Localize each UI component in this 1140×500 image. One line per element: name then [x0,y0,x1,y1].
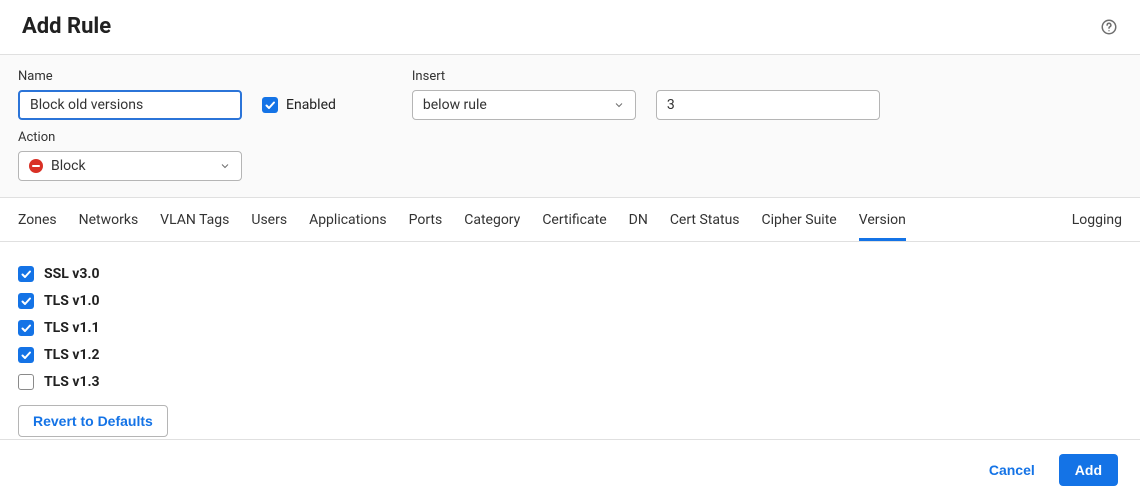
add-rule-dialog: Add Rule Name Enabled Insert [0,0,1140,500]
enabled-checkbox[interactable] [262,97,278,113]
dialog-header: Add Rule [0,0,1140,54]
version-checkbox[interactable] [18,293,34,309]
enabled-label: Enabled [286,97,336,113]
action-label: Action [18,130,242,145]
version-label: TLS v1.0 [44,293,100,309]
version-row: TLS v1.0 [18,287,1122,314]
chevron-down-icon [219,160,231,172]
name-label: Name [18,69,242,84]
tab-users[interactable]: Users [251,198,287,241]
action-select-value: Block [51,158,86,174]
insert-field-group: Insert below rule [412,69,636,120]
tab-vlan-tags[interactable]: VLAN Tags [160,198,229,241]
block-icon [29,159,43,173]
insert-select-value: below rule [423,97,487,113]
version-label: TLS v1.3 [44,374,100,390]
version-checkbox[interactable] [18,374,34,390]
tab-cert-status[interactable]: Cert Status [670,198,740,241]
insert-select[interactable]: below rule [412,90,636,120]
tab-networks[interactable]: Networks [79,198,139,241]
tabs-bar: Zones Networks VLAN Tags Users Applications P… [0,198,1140,242]
chevron-down-icon [613,99,625,111]
insert-number-input[interactable] [656,90,880,120]
form-row-1: Name Enabled Insert below rule [18,69,1122,120]
tab-ports[interactable]: Ports [409,198,443,241]
dialog-title: Add Rule [22,14,111,39]
version-row: TLS v1.2 [18,341,1122,368]
tab-category[interactable]: Category [464,198,520,241]
enabled-group[interactable]: Enabled [262,90,336,120]
insert-number-group [656,69,880,120]
form-area: Name Enabled Insert below rule [0,54,1140,198]
tab-certificate[interactable]: Certificate [542,198,606,241]
tab-logging[interactable]: Logging [1072,198,1122,241]
version-checkbox[interactable] [18,320,34,336]
tab-version[interactable]: Version [859,198,906,241]
version-checkbox[interactable] [18,266,34,282]
action-select[interactable]: Block [18,151,242,181]
insert-label: Insert [412,69,636,84]
version-tab-body: SSL v3.0 TLS v1.0 TLS v1.1 TLS v1.2 TLS v1.3… [0,242,1140,439]
tab-cipher-suite[interactable]: Cipher Suite [762,198,837,241]
cancel-button[interactable]: Cancel [983,461,1041,479]
version-label: TLS v1.1 [44,320,100,336]
name-input[interactable] [18,90,242,120]
version-row: TLS v1.3 [18,368,1122,395]
tab-dn[interactable]: DN [629,198,648,241]
form-row-2: Action Block [18,130,1122,181]
version-checkbox[interactable] [18,347,34,363]
revert-to-defaults-button[interactable]: Revert to Defaults [18,405,168,437]
tab-applications[interactable]: Applications [309,198,387,241]
version-row: TLS v1.1 [18,314,1122,341]
name-field-group: Name [18,69,242,120]
help-icon[interactable] [1100,18,1118,36]
version-label: TLS v1.2 [44,347,100,363]
version-row: SSL v3.0 [18,260,1122,287]
insert-number-spacer [656,69,880,84]
dialog-footer: Cancel Add [0,439,1140,500]
tab-zones[interactable]: Zones [18,198,57,241]
add-button[interactable]: Add [1059,454,1118,486]
action-field-group: Action Block [18,130,242,181]
version-label: SSL v3.0 [44,266,100,282]
